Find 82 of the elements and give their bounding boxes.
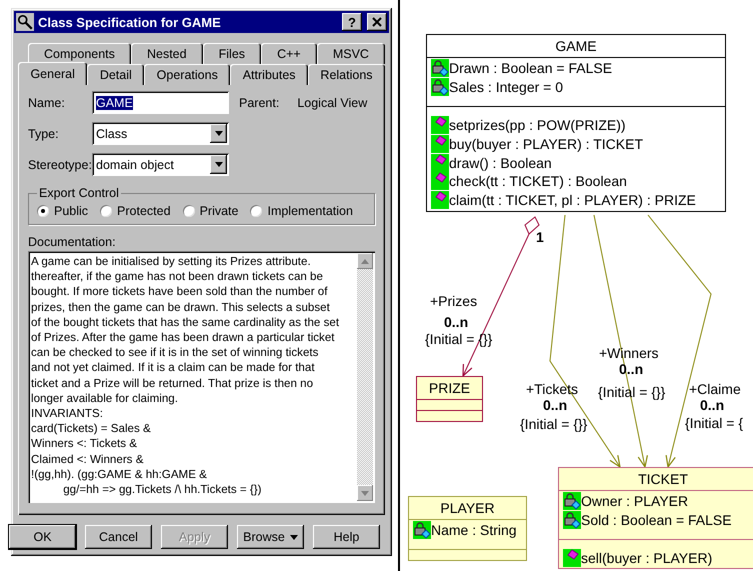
tab[interactable]: General	[18, 62, 88, 85]
radio-button[interactable]	[250, 205, 262, 217]
group-label: Export Control	[38, 186, 120, 200]
multiplicity-label: 0..n	[444, 314, 468, 330]
documentation-label: Documentation:	[28, 235, 117, 249]
multiplicity-label: 1	[536, 229, 544, 245]
role-label: +Prizes	[430, 293, 478, 309]
caret-icon	[214, 162, 222, 167]
multiplicity-label: 0..n	[700, 397, 724, 413]
field-label: Type:	[28, 126, 60, 140]
operation-text: draw() : Boolean	[449, 154, 552, 171]
documentation-field[interactable]: A game can be initialised by setting its Prizes attribute. thereafter, if the game has not been drawn tickets can be bought. If more tickets have been sold than the number of prizes, then the game can be drawn. This selects a subset of the bought tickets that has the same cardinality as the set of Prizes. After the game has been drawn a particular ticket can be checked to see if it is in the set of winning tickets and not yet claimed. If it is a claim can be made for that ticket and a Prize will be returned. That prize is then no longer available for claiming. INVARIANTS: card(Tickets) = Sales & Winners <: Tickets & Claimed <: Winners & !(gg,hh). (gg:GAME & hh:GAME & gg/=hh => gg.Tickets /\ hh.Tickets = {})	[28, 251, 375, 503]
class-box[interactable]: PRIZE	[416, 376, 483, 422]
dropdown-field[interactable]: domain object	[92, 153, 229, 176]
field-label: Stereotype:	[28, 158, 92, 172]
name-label: Name:	[28, 96, 66, 110]
constraint-label: {Initial = {	[685, 415, 743, 431]
operation-text: sell(buyer : PLAYER)	[581, 550, 712, 566]
operation-icon	[431, 172, 449, 190]
class-name: PRIZE	[428, 380, 470, 396]
radio-label: Protected	[117, 204, 171, 218]
class-name: PLAYER	[440, 500, 495, 516]
parent-label: Parent:	[239, 96, 280, 110]
attribute-icon	[431, 78, 449, 96]
radio-label: Private	[200, 204, 238, 218]
dialog-button[interactable]: Browse	[237, 525, 304, 549]
tab[interactable]: C++	[261, 43, 317, 64]
radio-button[interactable]	[182, 205, 195, 217]
dialog-button[interactable]: OK	[9, 525, 76, 549]
operation-icon	[431, 134, 449, 153]
class-name: TICKET	[638, 471, 688, 487]
vertical-scrollbar[interactable]	[357, 253, 373, 501]
radio-label: Public	[54, 204, 88, 218]
tab[interactable]: Detail	[87, 64, 144, 85]
role-label: +Claime	[689, 381, 741, 397]
attribute-icon	[431, 59, 449, 78]
tab[interactable]: Relations	[308, 64, 385, 85]
attribute-text: Owner : PLAYER	[581, 493, 688, 510]
window-title: Class Specification for GAME	[38, 14, 222, 30]
radio-button[interactable]	[37, 205, 49, 217]
close-icon	[372, 17, 382, 27]
operation-icon	[431, 116, 449, 134]
constraint-label: {Initial = {}}	[520, 416, 588, 432]
attribute-text: Drawn : Boolean = FALSE	[449, 60, 612, 76]
arrow-down-icon	[361, 490, 369, 496]
operation-text: setprizes(pp : POW(PRIZE))	[449, 116, 626, 133]
attribute-text: Name : String	[431, 522, 517, 538]
operation-icon	[431, 191, 449, 210]
arrow-up-icon	[361, 258, 369, 264]
tab[interactable]: Nested	[130, 43, 203, 64]
class-box[interactable]: PLAYER Name : String	[408, 496, 527, 561]
operation-icon	[431, 154, 449, 172]
multiplicity-label: 0..n	[543, 397, 568, 413]
magnifier-icon	[16, 13, 34, 31]
attribute-icon	[563, 511, 581, 530]
attribute-icon	[413, 521, 431, 540]
caret-icon	[290, 534, 298, 540]
dialog-button[interactable]: Help	[313, 525, 380, 549]
tab[interactable]: MSVC	[316, 43, 385, 64]
attribute-text: Sales : Integer = 0	[449, 79, 564, 96]
operation-text: buy(buyer : PLAYER) : TICKET	[449, 136, 643, 152]
tab[interactable]: Operations	[144, 64, 230, 85]
parent-value: Logical View	[297, 96, 368, 110]
class-box[interactable]: TICKET Owner : PLAYER Sold : Boolean = FALSE sell(buyer : PLAYER)	[558, 467, 753, 570]
tab[interactable]: Files	[202, 43, 262, 64]
tab[interactable]: Components	[28, 43, 131, 64]
attribute-text: Sold : Boolean = FALSE	[581, 512, 732, 528]
operation-text: check(tt : TICKET) : Boolean	[449, 173, 627, 190]
dropdown-field[interactable]: Class	[92, 122, 229, 145]
tab[interactable]: Attributes	[230, 64, 308, 85]
class-name: GAME	[555, 38, 597, 54]
radio-button[interactable]	[100, 205, 112, 217]
caret-icon	[214, 131, 222, 136]
attribute-icon	[563, 492, 581, 510]
dialog-button[interactable]: Cancel	[85, 525, 152, 549]
class-box[interactable]: GAME Drawn : Boolean = FALSE Sales : Integer = 0 setprizes(pp : POW(PRIZE)) buy(buyer : PLAYER) : TICKET draw() : Boolean check(tt : TICKET) : Boolean claim(tt : TICKET, pl : PLAYER) : PRIZE	[426, 34, 726, 212]
radio-label: Implementation	[267, 204, 353, 218]
operation-icon	[563, 548, 581, 567]
operation-text: claim(tt : TICKET, pl : PLAYER) : PRIZE	[449, 192, 696, 208]
help-button[interactable]: ?	[342, 13, 362, 31]
close-button[interactable]	[367, 13, 387, 31]
name-field[interactable]: GAME	[92, 91, 229, 114]
